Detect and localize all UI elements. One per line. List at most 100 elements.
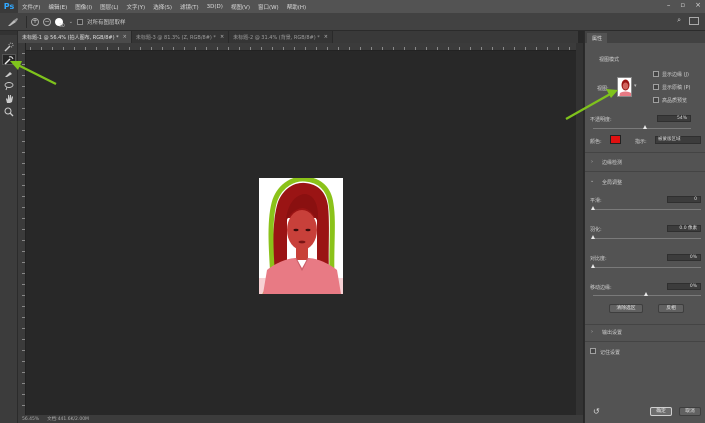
ruler-tick [206, 47, 207, 50]
tab-document-3[interactable]: 未标题-3 @ 81.3% (Z, RGB/8#) * × [131, 31, 230, 43]
ruler-tick [283, 47, 284, 50]
clear-selection-button[interactable]: 清除选区 [609, 304, 643, 313]
ruler-tick [217, 47, 218, 50]
ruler-tick [470, 47, 471, 50]
ruler-tick [52, 47, 53, 50]
close-tab-icon[interactable]: × [123, 34, 127, 40]
minimize-icon[interactable]: – [667, 1, 671, 9]
opacity-slider[interactable] [593, 128, 691, 129]
ruler-tick [437, 47, 438, 50]
tab-document-2[interactable]: 未标题-2 @ 31.4% (背景, RGB/8#) * × [229, 31, 333, 43]
ruler-tick [459, 47, 460, 50]
lasso-tool[interactable] [2, 80, 16, 91]
menu-file[interactable]: 文件(F) [18, 3, 44, 11]
menu-layer[interactable]: 图层(L) [96, 3, 122, 11]
contrast-value[interactable]: 0% [667, 254, 701, 261]
hand-tool[interactable] [2, 93, 16, 104]
ruler-tick [162, 47, 163, 50]
document-info: 文档:441.6K/2.00M [47, 417, 89, 422]
menu-type[interactable]: 文字(Y) [123, 3, 150, 11]
refine-radius-tool[interactable] [2, 54, 16, 65]
cancel-button[interactable]: 取消 [679, 407, 701, 416]
color-swatch[interactable] [610, 135, 621, 144]
add-brush-icon[interactable]: + [31, 17, 39, 26]
chevron-right-icon[interactable]: › [591, 159, 593, 165]
ruler-tick [22, 229, 25, 230]
divider [585, 341, 705, 342]
ok-button[interactable]: 确定 [650, 407, 672, 416]
ruler-tick [22, 284, 25, 285]
reset-icon[interactable]: ↺ [593, 407, 600, 416]
shift-edge-slider-thumb[interactable] [644, 292, 648, 296]
ruler-tick [547, 47, 548, 50]
ruler-tick [536, 47, 537, 50]
chevron-right-icon[interactable]: › [591, 329, 593, 335]
close-tab-icon[interactable]: × [324, 34, 328, 40]
indicate-select[interactable]: 被蒙版区域 [655, 136, 701, 144]
show-edge-checkbox[interactable] [653, 71, 659, 77]
chevron-down-icon[interactable]: ⌄ [69, 19, 73, 25]
ruler-tick [22, 339, 25, 340]
menu-edit[interactable]: 编辑(E) [44, 3, 71, 11]
zoom-level[interactable]: 56.45% [22, 417, 39, 422]
maximize-icon[interactable]: ▫ [680, 1, 685, 9]
brush-tool[interactable] [2, 67, 16, 78]
menu-view[interactable]: 视图(V) [227, 3, 254, 11]
tab-document-1[interactable]: 未标题-1 @ 56.4% (拍人图布, RGB/8#) * × [18, 31, 132, 43]
sample-all-layers-checkbox[interactable] [76, 18, 83, 25]
workspace-icon[interactable] [689, 16, 699, 25]
menu-filter[interactable]: 滤镜(T) [176, 3, 203, 11]
feather-slider-thumb[interactable] [591, 235, 595, 239]
ruler-tick [22, 75, 25, 76]
view-thumbnail[interactable] [617, 77, 632, 97]
close-icon[interactable]: × [695, 1, 701, 9]
menu-image[interactable]: 图像(I) [71, 3, 96, 11]
shift-edge-value[interactable]: 0% [667, 283, 701, 290]
menu-select[interactable]: 选择(S) [149, 3, 176, 11]
id-photo [259, 178, 343, 294]
ruler-tick [316, 47, 317, 50]
quick-selection-tool[interactable] [2, 41, 16, 52]
contrast-slider-thumb[interactable] [591, 264, 595, 268]
menu-help[interactable]: 帮助(H) [283, 3, 310, 11]
feather-slider[interactable] [593, 238, 701, 239]
edge-detection-header[interactable]: 边缘检测 [602, 159, 622, 166]
opacity-slider-thumb[interactable] [643, 125, 648, 129]
invert-button[interactable]: 反相 [658, 304, 684, 313]
ruler-tick [22, 130, 25, 131]
close-tab-icon[interactable]: × [220, 34, 224, 40]
panel-header: 属性 [585, 31, 705, 43]
ruler-tick [294, 47, 295, 50]
smooth-slider[interactable] [593, 209, 701, 210]
feather-value[interactable]: 0.0 像素 [667, 225, 701, 232]
ruler-tick [305, 47, 306, 50]
brush-icon [5, 71, 12, 77]
subtract-brush-icon[interactable]: − [43, 17, 51, 26]
menu-window[interactable]: 窗口(W) [254, 3, 283, 11]
opacity-value[interactable]: 54% [657, 115, 691, 122]
tool-preset-picker[interactable] [4, 15, 22, 29]
output-settings-header[interactable]: 输出设置 [602, 329, 622, 336]
smooth-slider-thumb[interactable] [591, 206, 595, 210]
smooth-label: 平滑: [590, 198, 602, 204]
view-dropdown-icon[interactable]: ▾ [634, 83, 637, 89]
vertical-scrollbar[interactable] [576, 43, 583, 415]
remember-settings-checkbox[interactable] [590, 348, 596, 354]
search-icon[interactable]: ⌕ [677, 16, 681, 25]
global-adjust-header[interactable]: 全局调整 [602, 179, 622, 186]
ruler-tick [22, 328, 25, 329]
chevron-down-icon[interactable]: ⌄ [590, 178, 594, 184]
smooth-value[interactable]: 0 [667, 196, 701, 203]
ruler-tick [22, 383, 25, 384]
zoom-tool[interactable] [2, 106, 16, 117]
ruler-tick [22, 218, 25, 219]
tools-panel [0, 31, 18, 423]
canvas-area[interactable] [27, 52, 576, 415]
ruler-tick [404, 47, 405, 50]
ruler-tick [327, 47, 328, 50]
show-original-checkbox[interactable] [653, 84, 659, 90]
menu-3d[interactable]: 3D(D) [203, 4, 227, 10]
tab-properties[interactable]: 属性 [587, 33, 608, 43]
hq-preview-checkbox[interactable] [653, 97, 659, 103]
contrast-slider[interactable] [593, 267, 701, 268]
